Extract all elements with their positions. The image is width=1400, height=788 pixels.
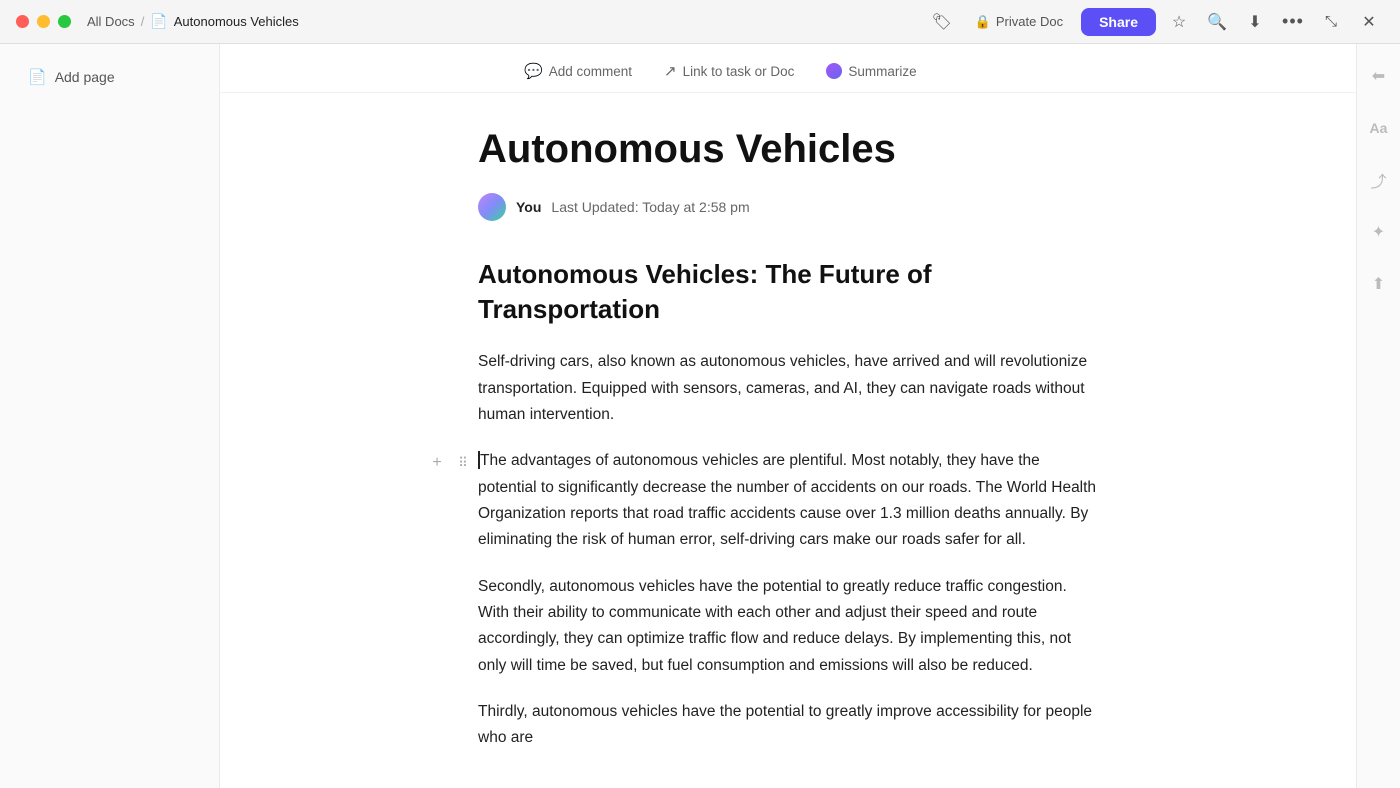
doc-icon: 📄	[150, 13, 167, 30]
document-area: Autonomous Vehicles You Last Updated: To…	[398, 93, 1178, 788]
search-button[interactable]: 🔍	[1202, 7, 1232, 37]
search-icon: 🔍	[1207, 12, 1227, 32]
star-icon: ☆	[1172, 12, 1186, 32]
upload-button[interactable]: ⬆	[1363, 268, 1395, 300]
more-button[interactable]: •••	[1278, 7, 1308, 37]
close-traffic-light[interactable]	[16, 15, 29, 28]
document-title: Autonomous Vehicles	[478, 125, 1098, 173]
maximize-traffic-light[interactable]	[58, 15, 71, 28]
breadcrumb: All Docs / 📄 Autonomous Vehicles	[87, 13, 299, 30]
block-wrapper-2: + ⠿ The advantages of autonomous vehicle…	[478, 448, 1098, 553]
summarize-icon	[826, 63, 842, 79]
link-icon: ↗	[664, 62, 677, 80]
left-sidebar: 📄 Add page	[0, 44, 220, 788]
block-controls: + ⠿	[426, 452, 474, 474]
private-doc-label: Private Doc	[996, 14, 1063, 29]
collapse-icon: ⬅	[1372, 66, 1385, 86]
upload-icon: ⬆	[1372, 274, 1385, 294]
add-page-icon: 📄	[28, 68, 47, 86]
drag-icon: ⠿	[458, 455, 468, 471]
tag-icon: 🏷	[932, 12, 952, 32]
content-wrapper: Autonomous Vehicles You Last Updated: To…	[398, 125, 1178, 752]
traffic-lights	[16, 15, 71, 28]
paragraph-3: Secondly, autonomous vehicles have the p…	[478, 574, 1098, 679]
more-icon: •••	[1282, 11, 1304, 32]
font-settings-button[interactable]: Aa	[1363, 112, 1395, 144]
private-doc-button[interactable]: 🔒 Private Doc	[965, 10, 1073, 34]
link-button[interactable]: ↗ Link to task or Doc	[658, 58, 800, 84]
document-heading: Autonomous Vehicles: The Future of Trans…	[478, 257, 1098, 327]
expand-icon: ⤡	[1325, 13, 1337, 30]
plus-icon: +	[432, 454, 441, 472]
block-drag-button[interactable]: ⠿	[452, 452, 474, 474]
comment-icon: 💬	[524, 62, 543, 80]
breadcrumb-doc-title[interactable]: Autonomous Vehicles	[174, 14, 299, 29]
star-button[interactable]: ☆	[1164, 7, 1194, 37]
close-button[interactable]: ✕	[1354, 7, 1384, 37]
export-icon: ⬇	[1248, 12, 1261, 32]
share-panel-button[interactable]: ⤴	[1363, 164, 1395, 196]
lock-icon: 🔒	[975, 14, 991, 30]
document-meta: You Last Updated: Today at 2:58 pm	[478, 193, 1098, 221]
summarize-button[interactable]: Summarize	[820, 59, 922, 83]
main-content: 💬 Add comment ↗ Link to task or Doc Summ…	[220, 44, 1356, 788]
titlebar-actions: 🏷 🔒 Private Doc Share ☆ 🔍 ⬇ ••• ⤡ ✕	[927, 7, 1384, 37]
collapse-panel-button[interactable]: ⬅	[1363, 60, 1395, 92]
summarize-label: Summarize	[848, 64, 916, 79]
link-label: Link to task or Doc	[683, 64, 795, 79]
right-sidebar: ⬅ Aa ⤴ ✦ ⬆	[1356, 44, 1400, 788]
add-page-button[interactable]: 📄 Add page	[8, 60, 211, 94]
magic-button[interactable]: ✦	[1363, 216, 1395, 248]
tag-button[interactable]: 🏷	[927, 7, 957, 37]
minimize-traffic-light[interactable]	[37, 15, 50, 28]
add-comment-button[interactable]: 💬 Add comment	[518, 58, 638, 84]
paragraph-1: Self-driving cars, also known as autonom…	[478, 349, 1098, 428]
avatar-image	[478, 193, 506, 221]
block-add-button[interactable]: +	[426, 452, 448, 474]
share-panel-icon: ⤴	[1370, 168, 1386, 192]
author-name: You	[516, 199, 541, 215]
titlebar: All Docs / 📄 Autonomous Vehicles 🏷 🔒 Pri…	[0, 0, 1400, 44]
export-button[interactable]: ⬇	[1240, 7, 1270, 37]
add-comment-label: Add comment	[549, 64, 632, 79]
paragraph-4-partial: Thirdly, autonomous vehicles have the po…	[478, 699, 1098, 752]
main-layout: 📄 Add page 💬 Add comment ↗ Link to task …	[0, 44, 1400, 788]
paragraph-2-text: The advantages of autonomous vehicles ar…	[478, 452, 1096, 548]
expand-button[interactable]: ⤡	[1316, 7, 1346, 37]
last-updated: Last Updated: Today at 2:58 pm	[551, 199, 749, 215]
breadcrumb-separator: /	[141, 14, 145, 29]
close-icon: ✕	[1362, 12, 1375, 32]
avatar	[478, 193, 506, 221]
breadcrumb-all-docs[interactable]: All Docs	[87, 14, 135, 29]
share-button[interactable]: Share	[1081, 8, 1156, 36]
font-icon: Aa	[1370, 120, 1388, 136]
magic-icon: ✦	[1372, 222, 1385, 242]
doc-toolbar: 💬 Add comment ↗ Link to task or Doc Summ…	[220, 44, 1356, 93]
add-page-label: Add page	[55, 69, 115, 85]
paragraph-2: The advantages of autonomous vehicles ar…	[478, 448, 1098, 553]
